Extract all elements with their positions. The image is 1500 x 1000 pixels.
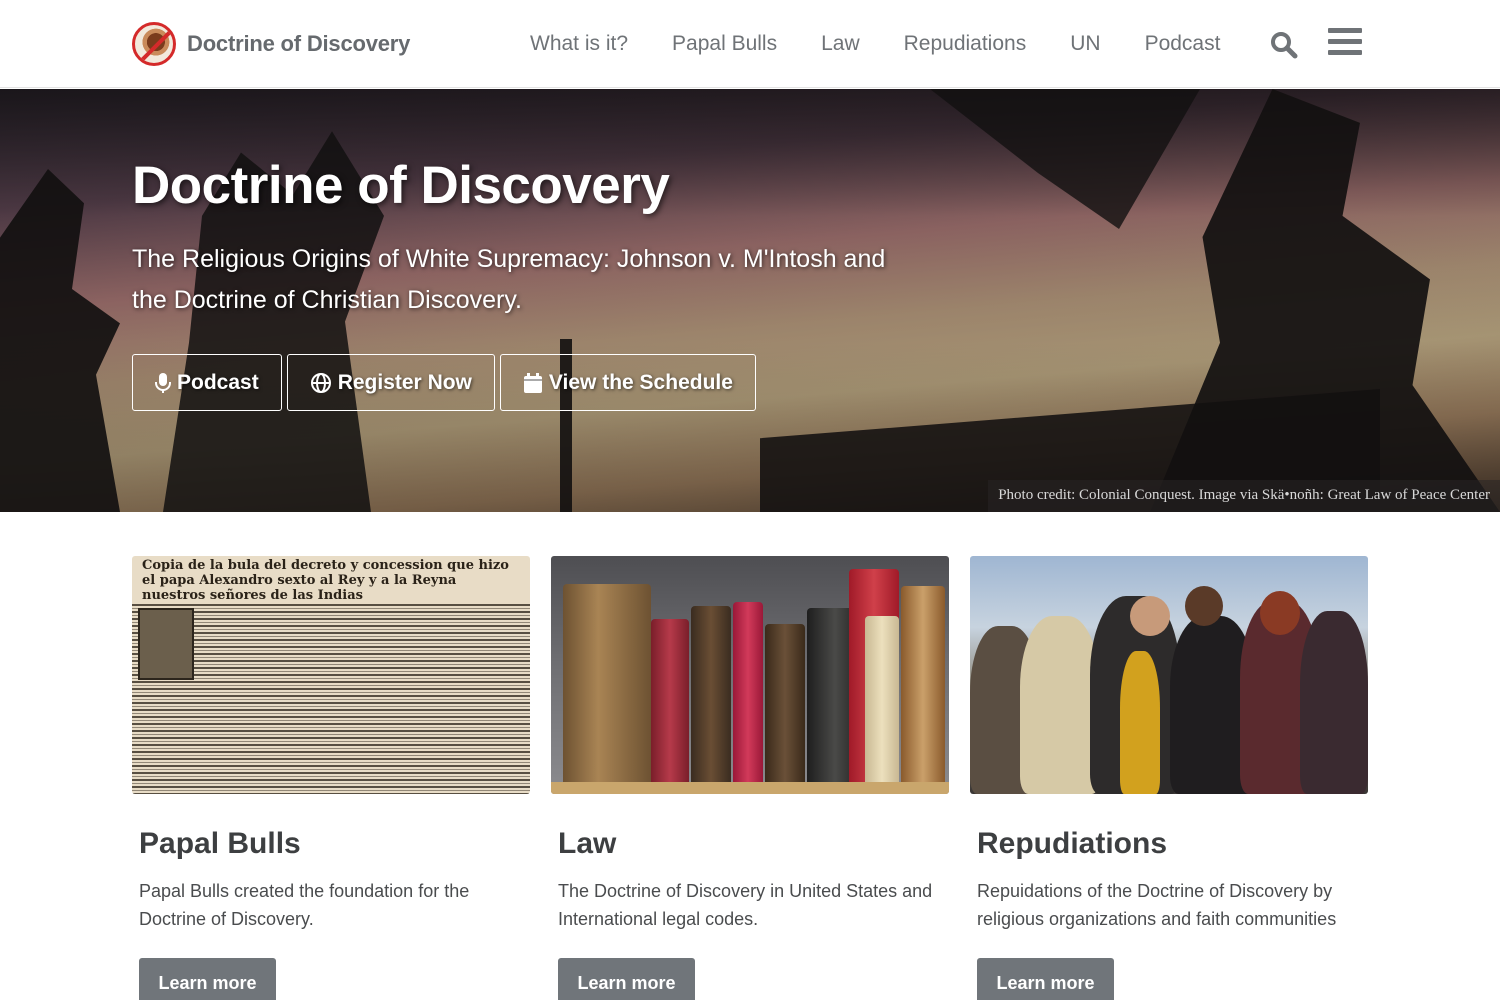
navbar: Doctrine of Discovery What is it? Papal … bbox=[0, 0, 1500, 88]
register-now-button-label: Register Now bbox=[337, 370, 472, 394]
card-title: Law bbox=[558, 827, 617, 860]
hero-title: Doctrine of Discovery bbox=[132, 156, 670, 215]
nav-link-podcast[interactable]: Podcast bbox=[1123, 32, 1243, 56]
card-repudiations: Repudiations Repuidations of the Doctrin… bbox=[970, 556, 1368, 1000]
podcast-button-label: Podcast bbox=[177, 370, 259, 394]
law-books-image bbox=[551, 556, 949, 794]
hero-button-group: Podcast Register Now View the Schedule bbox=[132, 354, 756, 411]
brand-name: Doctrine of Discovery bbox=[187, 31, 411, 56]
papal-bull-image-text: Copia de la bula del decreto y concessio… bbox=[142, 558, 509, 603]
card-text: Papal Bulls created the foundation for t… bbox=[139, 881, 470, 929]
papal-bull-image: Copia de la bula del decreto y concessio… bbox=[132, 556, 530, 794]
nav-link-law[interactable]: Law bbox=[799, 32, 882, 56]
brand-logo bbox=[132, 22, 176, 66]
nav-link-un[interactable]: UN bbox=[1048, 32, 1122, 56]
hero-subtitle: The Religious Origins of White Supremacy… bbox=[132, 245, 886, 314]
repudiations-gathering-image bbox=[970, 556, 1368, 794]
learn-more-button[interactable]: Learn more bbox=[139, 958, 276, 1000]
brand-link[interactable]: Doctrine of Discovery bbox=[132, 21, 410, 67]
calendar-icon bbox=[523, 372, 542, 393]
nav-link-repudiations[interactable]: Repudiations bbox=[882, 32, 1049, 56]
view-schedule-button[interactable]: View the Schedule bbox=[499, 354, 756, 411]
card-papal-bulls: Copia de la bula del decreto y concessio… bbox=[132, 556, 530, 1000]
search-icon[interactable] bbox=[1270, 31, 1298, 59]
podcast-button[interactable]: Podcast bbox=[132, 354, 282, 411]
hamburger-menu-icon[interactable] bbox=[1328, 28, 1362, 60]
card-text: The Doctrine of Discovery in United Stat… bbox=[558, 881, 933, 929]
card-text: Repuidations of the Doctrine of Discover… bbox=[977, 881, 1337, 929]
card-title: Papal Bulls bbox=[139, 827, 301, 860]
hero-banner: Doctrine of Discovery The Religious Orig… bbox=[0, 89, 1500, 512]
main-nav: What is it? Papal Bulls Law Repudiations… bbox=[508, 0, 1242, 88]
learn-more-button[interactable]: Learn more bbox=[977, 958, 1114, 1000]
card-title: Repudiations bbox=[977, 827, 1168, 860]
register-now-button[interactable]: Register Now bbox=[286, 354, 495, 411]
globe-icon bbox=[310, 372, 331, 393]
microphone-icon bbox=[155, 372, 171, 393]
nav-link-papal-bulls[interactable]: Papal Bulls bbox=[650, 32, 799, 56]
learn-more-button[interactable]: Learn more bbox=[558, 958, 695, 1000]
photo-credit: Photo credit: Colonial Conquest. Image v… bbox=[988, 480, 1500, 512]
view-schedule-button-label: View the Schedule bbox=[548, 370, 733, 394]
card-law: Law The Doctrine of Discovery in United … bbox=[551, 556, 949, 1000]
nav-link-what-is-it[interactable]: What is it? bbox=[508, 32, 650, 56]
